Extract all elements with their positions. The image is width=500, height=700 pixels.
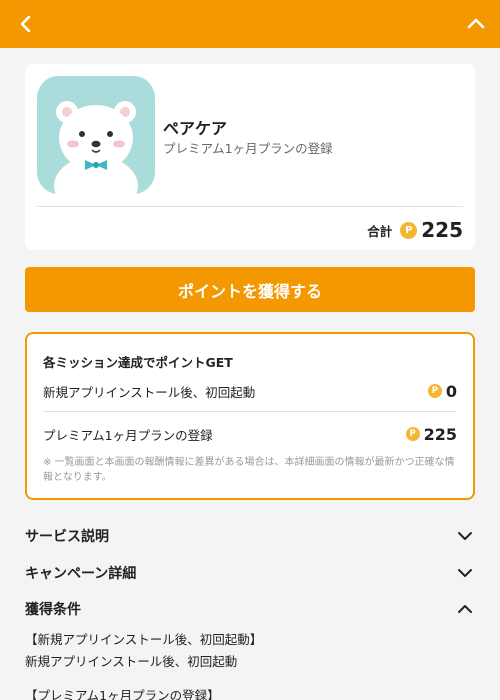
condition-heading: 【プレミアム1ヶ月プランの登録】: [25, 688, 220, 700]
mission-title: 各ミッション達成でポイントGET: [43, 355, 233, 370]
total-label: 合計: [367, 223, 393, 239]
mission-points: P 225: [405, 424, 457, 444]
section-title: 獲得条件: [25, 602, 81, 618]
divider: [37, 206, 463, 207]
condition-heading: 【新規アプリインストール後、初回起動】: [25, 632, 263, 647]
mission-label: プレミアム1ヶ月プランの登録: [43, 427, 213, 443]
back-arrow-icon[interactable]: [14, 12, 38, 36]
chevron-down-icon: [458, 569, 472, 577]
mission-box: 各ミッション達成でポイントGET 新規アプリインストール後、初回起動 P 0 プ…: [25, 332, 475, 500]
chevron-up-icon[interactable]: [464, 12, 488, 36]
section-campaign-details[interactable]: キャンペーン詳細: [25, 560, 475, 586]
coin-icon: P: [427, 384, 442, 398]
header-bar: [0, 0, 500, 48]
app-info-card: ペアケア プレミアム1ヶ月プランの登録 合計 P 225: [25, 64, 475, 250]
chevron-up-icon: [458, 605, 472, 613]
chevron-down-icon: [458, 532, 472, 540]
condition-text: 新規アプリインストール後、初回起動: [25, 654, 238, 669]
total-row: 合計 P 225: [367, 216, 463, 244]
total-points: 225: [421, 218, 463, 242]
app-plan-label: プレミアム1ヶ月プランの登録: [163, 141, 333, 156]
app-icon: [37, 76, 155, 194]
mission-row: 新規アプリインストール後、初回起動 P 0: [43, 378, 457, 404]
mission-row: プレミアム1ヶ月プランの登録 P 225: [43, 421, 457, 447]
section-title: キャンペーン詳細: [25, 566, 137, 582]
app-name: ペアケア: [163, 119, 228, 138]
mission-points-value: 225: [423, 424, 457, 444]
coin-icon: P: [400, 221, 418, 239]
section-acquisition-conditions[interactable]: 獲得条件: [25, 596, 475, 622]
mission-note: ※ 一覧画面と本画面の報酬情報に差異がある場合は、本詳細画面の情報が最新かつ正確…: [43, 457, 455, 483]
polar-bear-icon: [37, 76, 155, 194]
coin-icon: P: [405, 427, 420, 441]
divider: [43, 411, 457, 412]
section-service-description[interactable]: サービス説明: [25, 523, 475, 549]
mission-points: P 0: [427, 381, 457, 401]
mission-points-value: 0: [445, 381, 457, 401]
section-title: サービス説明: [25, 529, 109, 545]
mission-label: 新規アプリインストール後、初回起動: [43, 384, 256, 400]
get-points-button[interactable]: ポイントを獲得する: [25, 267, 475, 312]
